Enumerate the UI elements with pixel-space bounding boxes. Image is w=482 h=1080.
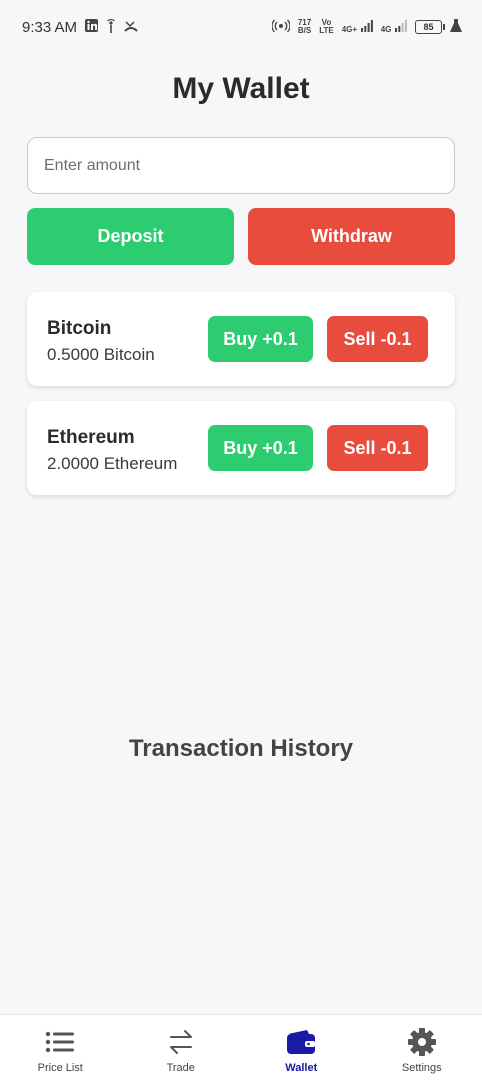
list-icon [45,1027,75,1057]
asset-card-bitcoin: Bitcoin 0.5000 Bitcoin Buy +0.1 Sell -0.… [27,292,455,386]
withdraw-button[interactable]: Withdraw [248,208,455,265]
gear-icon [407,1027,437,1057]
nav-label-wallet: Wallet [285,1062,318,1074]
hotspot-icon [271,19,291,36]
transaction-history-title: Transaction History [128,735,354,762]
buy-ethereum-button[interactable]: Buy +0.1 [208,425,313,471]
nav-label-settings: Settings [401,1062,442,1074]
status-time: 9:33 AM [22,18,78,36]
nav-label-trade: Trade [166,1062,195,1074]
asset-name: Ethereum [47,427,135,448]
buy-bitcoin-button[interactable]: Buy +0.1 [208,316,313,362]
asset-card-ethereum: Ethereum 2.0000 Ethereum Buy +0.1 Sell -… [27,401,455,495]
swap-arrows-icon [167,1027,195,1057]
volte-indicator: Vo LTE [319,18,334,35]
signal-4g-plus-icon: 4G+ [342,19,373,35]
nav-item-wallet[interactable]: Wallet [241,1015,362,1080]
bottom-nav: Price List Trade Wallet Settings [0,1014,482,1080]
flask-icon [450,19,462,35]
nav-label-price-list: Price List [37,1062,83,1074]
wallet-icon [285,1027,317,1057]
deposit-button[interactable]: Deposit [27,208,234,265]
network-speed: 717 B/S [297,18,312,35]
nav-item-settings[interactable]: Settings [362,1015,482,1080]
linkedin-icon [85,19,99,35]
asset-name: Bitcoin [47,318,112,339]
missed-call-icon [124,20,138,35]
battery-icon: 85 [415,20,445,34]
nav-item-price-list[interactable]: Price List [0,1015,121,1080]
status-bar: 9:33 AM 717 B/S Vo LTE 4G+ 4G 85 [0,0,482,54]
page-title: My Wallet [172,72,310,105]
asset-balance: 2.0000 Ethereum [47,454,178,473]
sell-bitcoin-button[interactable]: Sell -0.1 [327,316,428,362]
nav-item-trade[interactable]: Trade [121,1015,242,1080]
sell-ethereum-button[interactable]: Sell -0.1 [327,425,428,471]
amount-input[interactable] [27,137,455,194]
signal-4g-icon: 4G [381,19,407,35]
wifi-calling-icon [106,18,116,36]
asset-balance: 0.5000 Bitcoin [47,345,155,364]
